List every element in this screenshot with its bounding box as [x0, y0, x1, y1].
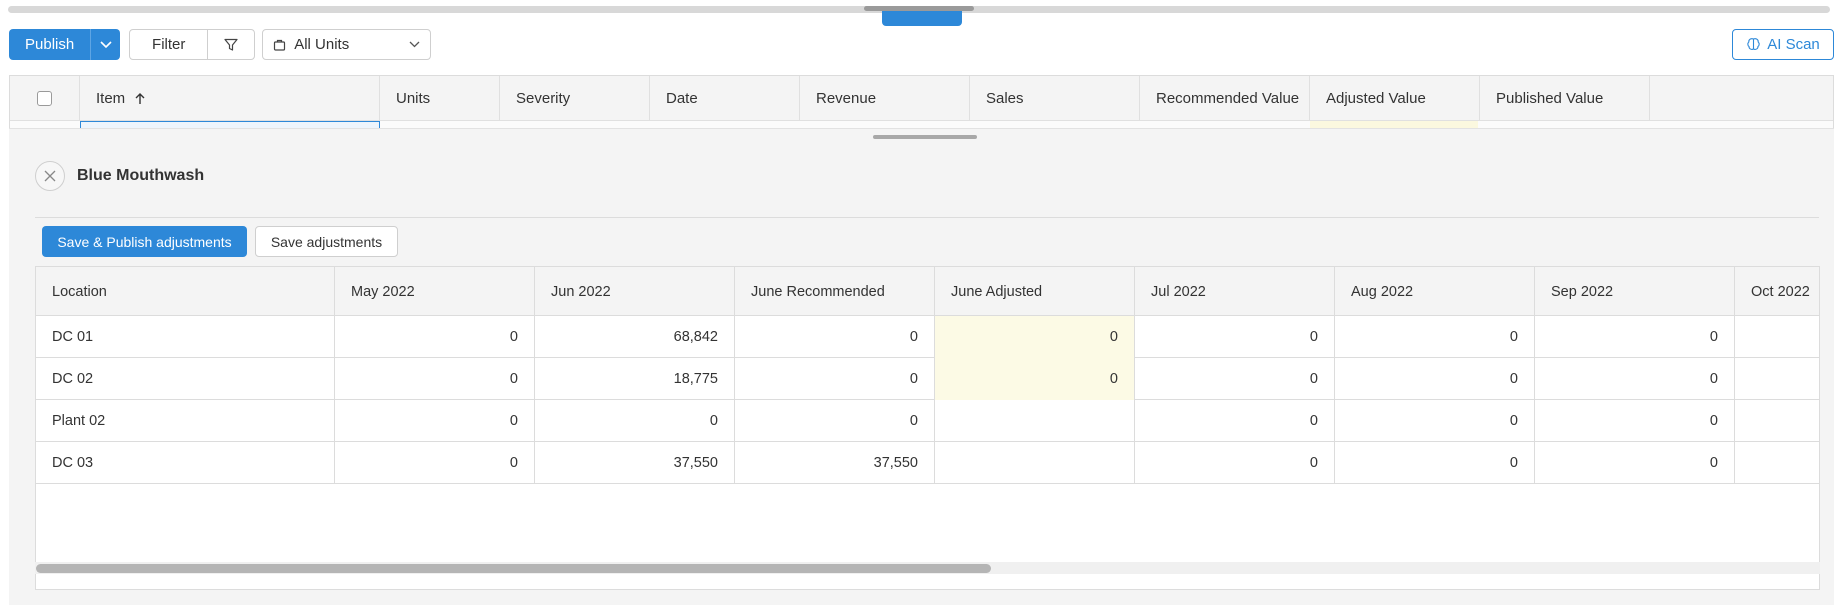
horizontal-scrollbar-thumb[interactable]: [36, 564, 991, 573]
funnel-icon: [224, 38, 238, 51]
column-header-june-adjusted[interactable]: June Adjusted: [935, 267, 1135, 316]
location-cell: Plant 02: [36, 400, 335, 442]
aug-cell: 0: [1335, 316, 1535, 358]
save-adjustments-button[interactable]: Save adjustments: [255, 226, 398, 257]
divider: [35, 217, 1819, 218]
sep-cell: 0: [1535, 442, 1735, 484]
jul-cell: 0: [1135, 316, 1335, 358]
column-header-sep-2022[interactable]: Sep 2022: [1535, 267, 1735, 316]
table-row[interactable]: DC 03 0 37,550 37,550 0 0 0: [36, 442, 1819, 484]
may-cell: 0: [335, 442, 535, 484]
bag-icon: [274, 39, 286, 51]
select-all-cell: [10, 76, 80, 121]
location-grid-header: Location May 2022 Jun 2022 June Recommen…: [36, 267, 1819, 316]
may-cell: 0: [335, 316, 535, 358]
ai-scan-label: AI Scan: [1767, 36, 1820, 53]
column-header-oct-2022[interactable]: Oct 2022: [1735, 267, 1819, 316]
column-header-revenue[interactable]: Revenue: [800, 76, 970, 121]
location-cell: DC 01: [36, 316, 335, 358]
filter-funnel-button[interactable]: [208, 30, 254, 59]
june-adjusted-cell: [935, 400, 1135, 442]
june-recommended-cell: 0: [735, 400, 935, 442]
table-row[interactable]: Plant 02 0 0 0 0 0 0: [36, 400, 1819, 442]
save-publish-button[interactable]: Save & Publish adjustments: [42, 226, 247, 257]
jun-cell: 37,550: [535, 442, 735, 484]
detail-title: Blue Mouthwash: [77, 167, 205, 184]
units-select-value: All Units: [294, 36, 350, 53]
location-cell: DC 03: [36, 442, 335, 484]
column-header-sales[interactable]: Sales: [970, 76, 1140, 121]
top-tab-handle[interactable]: [882, 9, 962, 26]
sep-cell: 0: [1535, 358, 1735, 400]
sep-cell: 0: [1535, 316, 1735, 358]
sort-ascending-icon: [135, 92, 145, 104]
table-row[interactable]: DC 01 0 68,842 0 0 0 0 0: [36, 316, 1819, 358]
jun-cell: 68,842: [535, 316, 735, 358]
column-header-label: Item: [96, 90, 126, 107]
oct-cell: [1735, 358, 1819, 400]
detail-panel: Blue Mouthwash Save & Publish adjustment…: [9, 128, 1834, 605]
toolbar: Publish Filter All Units: [9, 29, 432, 60]
aug-cell: 0: [1335, 442, 1535, 484]
column-header-units[interactable]: Units: [380, 76, 500, 121]
close-button[interactable]: [35, 161, 65, 191]
jun-cell: 18,775: [535, 358, 735, 400]
resize-handle[interactable]: [873, 135, 977, 139]
filter-group: Filter: [129, 29, 256, 60]
column-header-recommended-value[interactable]: Recommended Value: [1140, 76, 1310, 121]
location-grid: Location May 2022 Jun 2022 June Recommen…: [35, 266, 1820, 590]
jul-cell: 0: [1135, 442, 1335, 484]
select-all-checkbox[interactable]: [37, 91, 52, 106]
oct-cell: [1735, 316, 1819, 358]
main-grid-header: Item Units Severity Date Revenue Sales R…: [10, 76, 1833, 121]
june-recommended-cell: 0: [735, 316, 935, 358]
brain-icon: [1747, 38, 1760, 50]
june-recommended-cell: 0: [735, 358, 935, 400]
ai-scan-button[interactable]: AI Scan: [1732, 29, 1834, 60]
aug-cell: 0: [1335, 358, 1535, 400]
publish-button[interactable]: Publish: [9, 29, 91, 60]
column-header-item[interactable]: Item: [80, 76, 380, 121]
column-header-published-value[interactable]: Published Value: [1480, 76, 1650, 121]
aug-cell: 0: [1335, 400, 1535, 442]
column-header-severity[interactable]: Severity: [500, 76, 650, 121]
june-adjusted-input[interactable]: 0: [935, 316, 1135, 358]
column-header-jul-2022[interactable]: Jul 2022: [1135, 267, 1335, 316]
column-header-aug-2022[interactable]: Aug 2022: [1335, 267, 1535, 316]
publish-split-button: Publish: [9, 29, 121, 60]
june-adjusted-input[interactable]: 0: [935, 358, 1135, 400]
table-row[interactable]: DC 02 0 18,775 0 0 0 0 0: [36, 358, 1819, 400]
jun-cell: 0: [535, 400, 735, 442]
column-header-date[interactable]: Date: [650, 76, 800, 121]
jul-cell: 0: [1135, 400, 1335, 442]
column-header-jun-2022[interactable]: Jun 2022: [535, 267, 735, 316]
top-scrollbar-thumb[interactable]: [864, 6, 974, 11]
jul-cell: 0: [1135, 358, 1335, 400]
location-cell: DC 02: [36, 358, 335, 400]
may-cell: 0: [335, 358, 535, 400]
column-header-adjusted-value[interactable]: Adjusted Value: [1310, 76, 1480, 121]
chevron-down-icon: [409, 41, 420, 48]
oct-cell: [1735, 400, 1819, 442]
sep-cell: 0: [1535, 400, 1735, 442]
close-icon: [44, 170, 56, 182]
chevron-down-icon: [100, 40, 112, 48]
june-adjusted-cell: [935, 442, 1135, 484]
may-cell: 0: [335, 400, 535, 442]
oct-cell: [1735, 442, 1819, 484]
filter-button[interactable]: Filter: [130, 30, 209, 59]
column-header-june-recommended[interactable]: June Recommended: [735, 267, 935, 316]
column-header-location[interactable]: Location: [36, 267, 335, 316]
june-recommended-cell: 37,550: [735, 442, 935, 484]
column-header-may-2022[interactable]: May 2022: [335, 267, 535, 316]
units-select[interactable]: All Units: [262, 29, 432, 60]
publish-dropdown-button[interactable]: [90, 29, 121, 60]
